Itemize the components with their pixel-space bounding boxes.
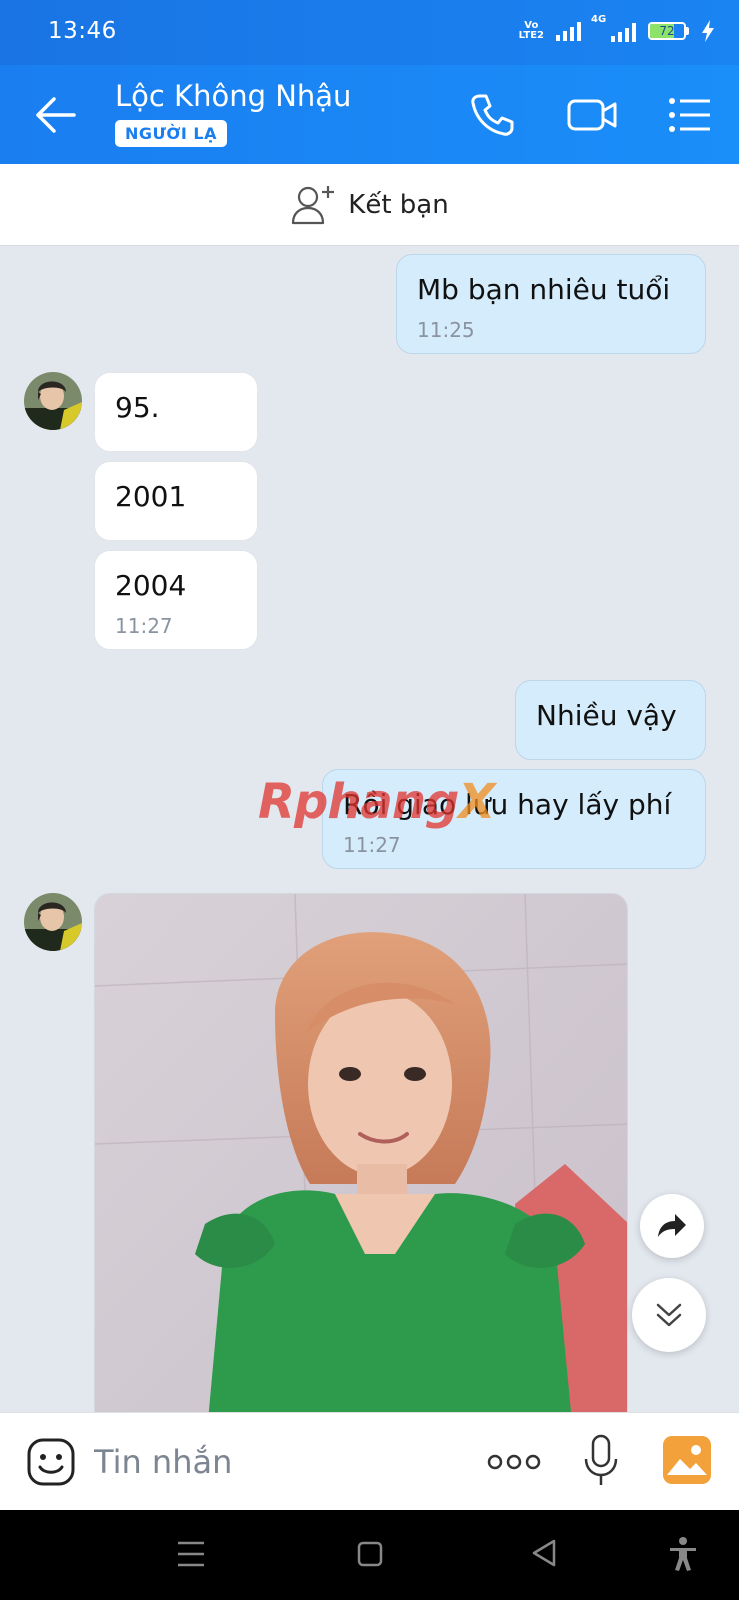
- message-bubble-outgoing[interactable]: Mb bạn nhiêu tuổi 11:25: [396, 254, 706, 354]
- menu-lines-icon: [178, 1541, 204, 1567]
- watermark: RphangX: [258, 774, 495, 830]
- arrow-left-icon: [36, 97, 76, 133]
- status-bar: 13:46 Vo LTE2 4G 72: [0, 0, 739, 65]
- more-options-button[interactable]: [486, 1447, 542, 1477]
- gallery-button[interactable]: [662, 1435, 712, 1485]
- status-icons: Vo LTE2 4G 72: [518, 14, 715, 42]
- battery-icon: 72: [648, 22, 689, 40]
- message-text: 2001: [115, 480, 187, 513]
- scroll-to-bottom-button[interactable]: [632, 1278, 706, 1352]
- message-text: 2004: [115, 569, 187, 602]
- share-arrow-icon: [658, 1214, 686, 1237]
- accessibility-button[interactable]: [668, 1536, 698, 1576]
- message-text: Nhiều vậy: [536, 699, 677, 732]
- add-friend-label: Kết bạn: [348, 189, 449, 220]
- chat-options-button[interactable]: [666, 91, 714, 139]
- message-input-bar: [0, 1412, 739, 1510]
- add-user-icon: [292, 185, 335, 224]
- double-chevron-down-icon: [656, 1303, 682, 1327]
- recent-apps-button[interactable]: [176, 1540, 206, 1572]
- voice-record-button[interactable]: [580, 1433, 622, 1489]
- square-home-icon: [357, 1541, 383, 1567]
- forward-button[interactable]: [640, 1194, 704, 1258]
- message-bubble-incoming[interactable]: 95.: [94, 372, 258, 452]
- phone-icon: [471, 94, 514, 136]
- charging-icon: [702, 20, 714, 42]
- home-button[interactable]: [356, 1540, 384, 1572]
- message-time: 11:27: [343, 833, 401, 857]
- status-time: 13:46: [48, 18, 117, 44]
- message-text: Mb bạn nhiêu tuổi: [417, 273, 671, 306]
- video-call-button[interactable]: [566, 91, 618, 139]
- contact-avatar[interactable]: [24, 893, 82, 951]
- list-menu-icon: [669, 98, 710, 132]
- video-camera-icon: [567, 99, 617, 131]
- photo-message[interactable]: [94, 893, 628, 1412]
- message-bubble-incoming[interactable]: 2004 11:27: [94, 550, 258, 650]
- message-time: 11:27: [115, 614, 173, 638]
- microphone-icon: [584, 1434, 618, 1485]
- message-bubble-outgoing[interactable]: Nhiều vậy: [515, 680, 706, 760]
- voice-call-button[interactable]: [468, 91, 516, 139]
- message-bubble-incoming[interactable]: 2001: [94, 461, 258, 541]
- back-nav-button[interactable]: [530, 1538, 558, 1572]
- stranger-badge: NGƯỜI LẠ: [115, 120, 227, 147]
- sticker-face-icon: [27, 1438, 75, 1486]
- contact-avatar[interactable]: [24, 372, 82, 430]
- add-friend-button[interactable]: Kết bạn: [0, 164, 739, 246]
- chat-screen: 13:46 Vo LTE2 4G 72 Lộc Không Nhậu NGƯỜI…: [0, 0, 739, 1600]
- emoji-button[interactable]: [26, 1437, 76, 1487]
- contact-name[interactable]: Lộc Không Nhậu: [115, 79, 351, 113]
- message-list[interactable]: Mb bạn nhiêu tuổi 11:25 95. 2001 2004 11…: [0, 246, 739, 1412]
- message-time: 11:25: [417, 318, 475, 342]
- triangle-back-icon: [532, 1539, 556, 1567]
- network-4g-icon: 4G: [591, 14, 636, 42]
- signal-icon: [556, 21, 581, 41]
- more-dots-icon: [487, 1454, 541, 1470]
- system-nav-bar: [0, 1510, 739, 1600]
- accessibility-icon: [670, 1537, 696, 1571]
- message-input[interactable]: [94, 1439, 454, 1485]
- chat-header: Lộc Không Nhậu NGƯỜI LẠ: [0, 65, 739, 164]
- image-icon: [663, 1436, 711, 1484]
- volte-icon: Vo LTE2: [518, 20, 544, 41]
- back-button[interactable]: [32, 93, 82, 137]
- battery-level: 72: [659, 24, 675, 38]
- message-text: 95.: [115, 391, 160, 424]
